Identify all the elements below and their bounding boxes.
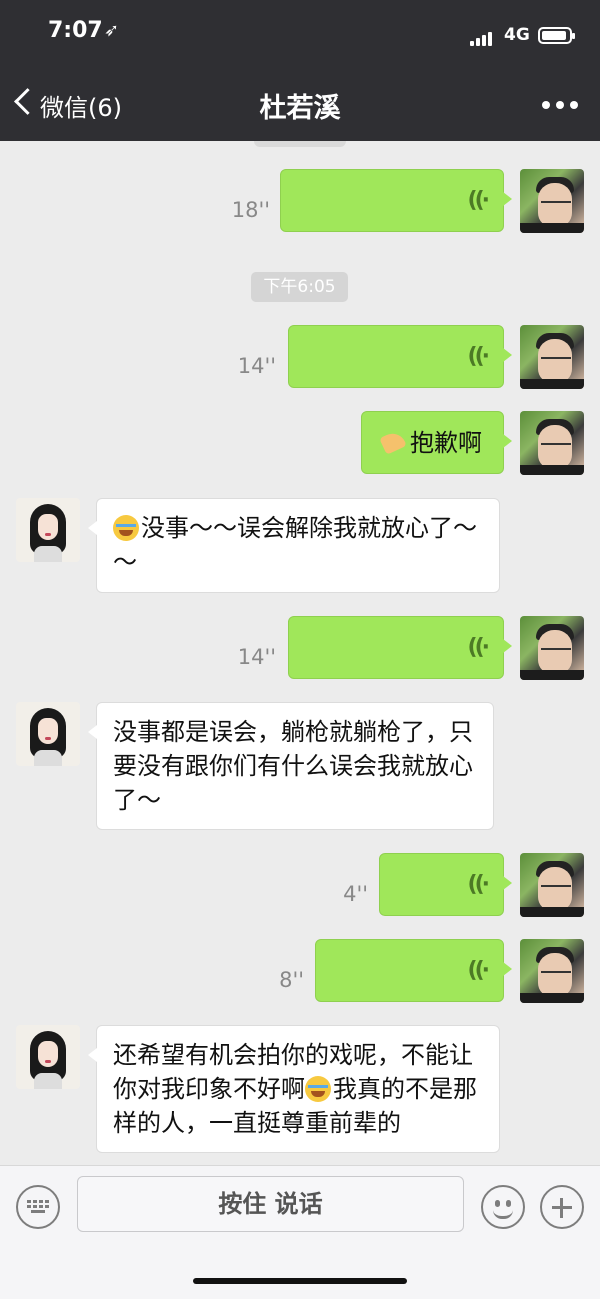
voice-duration: 14'' [237,354,276,378]
text-message[interactable]: 还希望有机会拍你的戏呢，不能让你对我印象不好啊 我真的不是那样的人，一直挺尊重前辈… [88,1025,500,1153]
voice-duration: 14'' [237,645,276,669]
top-header: 7:07 ➶ 4G 微信(6) 杜若溪 [0,0,600,141]
voice-wave-icon: ((· [467,958,491,983]
keyboard-icon[interactable] [16,1185,60,1229]
my-avatar[interactable] [520,616,584,680]
text-message[interactable]: 没事～～误会解除我就放心了～～ [88,498,500,593]
voice-wave-icon: ((· [467,344,491,369]
timestamp: 下午6:05 [251,272,348,302]
my-avatar[interactable] [520,853,584,917]
status-time: 7:07 [48,18,103,43]
contact-avatar[interactable] [16,702,80,766]
text-message[interactable]: 抱歉啊 [361,411,512,474]
voice-wave-icon: ((· [467,188,491,213]
battery-icon [538,27,575,44]
home-indicator[interactable] [193,1278,407,1284]
my-avatar[interactable] [520,169,584,233]
contact-avatar[interactable] [16,1025,80,1089]
voice-duration: 8'' [279,968,304,992]
my-avatar[interactable] [520,411,584,475]
chat-title: 杜若溪 [259,93,341,124]
previous-timestamp-pill [254,141,346,147]
more-icon[interactable] [542,101,578,109]
message-text: 抱歉啊 [410,429,482,457]
folded-hands-emoji-icon [378,429,408,455]
voice-message[interactable]: ((· [379,853,512,916]
message-text: 没事～～误会解除我就放心了～～ [113,514,477,576]
voice-message[interactable]: ((· [288,325,512,388]
my-avatar[interactable] [520,325,584,389]
laughing-tears-emoji-icon [305,1076,331,1102]
text-message[interactable]: 没事都是误会，躺枪就躺枪了，只要没有跟你们有什么误会我就放心了～ [88,702,494,830]
signal-icon [470,28,496,46]
hold-to-talk-button[interactable]: 按住 说话 [77,1176,464,1232]
message-text: 没事都是误会，躺枪就躺枪了，只要没有跟你们有什么误会我就放心了～ [113,718,473,814]
voice-wave-icon: ((· [467,635,491,660]
contact-avatar[interactable] [16,498,80,562]
my-avatar[interactable] [520,939,584,1003]
voice-message[interactable]: ((· [288,616,512,679]
plus-icon[interactable] [540,1185,584,1229]
voice-duration: 4'' [343,882,368,906]
voice-message[interactable]: ((· [315,939,512,1002]
laughing-tears-emoji-icon [113,515,139,541]
emoji-icon[interactable] [481,1185,525,1229]
chat-area[interactable]: 18'' ((· 下午6:05 14'' ((· 抱歉啊 没事～～误会解除我就放… [0,141,600,1165]
location-arrow-icon: ➶ [104,20,120,41]
network-type: 4G [504,25,530,45]
voice-wave-icon: ((· [467,872,491,897]
voice-message[interactable]: ((· [280,169,512,232]
voice-duration: 18'' [231,198,270,222]
